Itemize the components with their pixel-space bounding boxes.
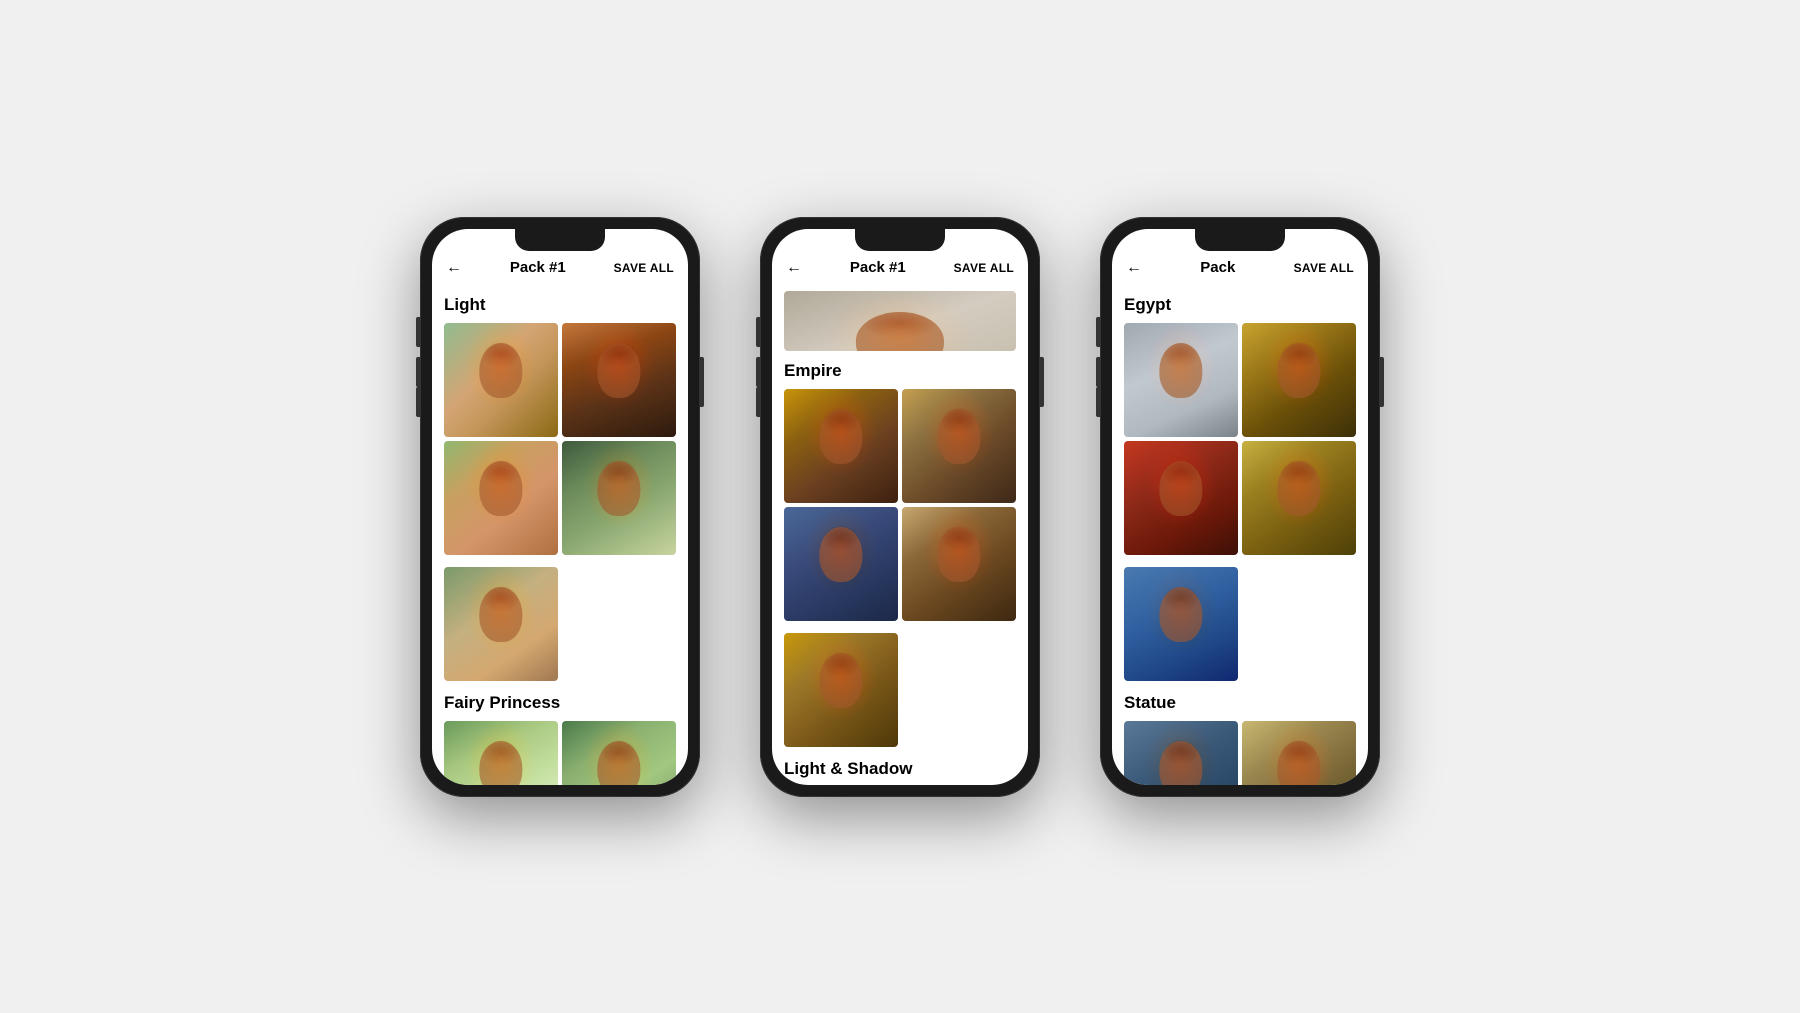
portrait-empire4[interactable] — [902, 507, 1016, 621]
image-cell[interactable] — [562, 721, 676, 785]
top-bar-middle: ← Pack #1 SAVE ALL — [772, 253, 1028, 283]
screen-middle: ← Pack #1 SAVE ALL Empire — [772, 229, 1028, 785]
phone-right-inner: ← Pack SAVE ALL Egypt — [1112, 229, 1368, 785]
portrait-crown[interactable] — [784, 291, 1016, 351]
notch-left — [515, 229, 605, 251]
portrait-empire1[interactable] — [784, 389, 898, 503]
image-cell[interactable] — [444, 567, 558, 681]
image-cell[interactable] — [784, 633, 898, 747]
image-cell[interactable] — [444, 323, 558, 437]
section-heading-fairy: Fairy Princess — [444, 693, 676, 713]
section-heading-egypt: Egypt — [1124, 295, 1356, 315]
back-button-middle[interactable]: ← — [786, 259, 802, 277]
portrait-egypt2[interactable] — [1242, 323, 1356, 437]
portrait-statue2[interactable] — [1242, 721, 1356, 785]
portrait-p1-5[interactable] — [444, 567, 558, 681]
portrait-statue1[interactable] — [1124, 721, 1238, 785]
top-bar-left: ← Pack #1 SAVE ALL — [432, 253, 688, 283]
image-cell[interactable] — [562, 323, 676, 437]
image-cell[interactable] — [1124, 567, 1238, 681]
portrait-egypt4[interactable] — [1242, 441, 1356, 555]
portrait-empire5[interactable] — [784, 633, 898, 747]
image-cell[interactable] — [1242, 323, 1356, 437]
img-grid-egypt — [1124, 323, 1356, 555]
phone-left-inner: ← Pack #1 SAVE ALL Light — [432, 229, 688, 785]
phone-right: ← Pack SAVE ALL Egypt — [1100, 217, 1380, 797]
image-cell[interactable] — [784, 389, 898, 503]
phone-middle-inner: ← Pack #1 SAVE ALL Empire — [772, 229, 1028, 785]
portrait-fp2[interactable] — [562, 721, 676, 785]
portrait-egypt5[interactable] — [1124, 567, 1238, 681]
pack-title-left: Pack #1 — [510, 259, 566, 276]
screen-right: ← Pack SAVE ALL Egypt — [1112, 229, 1368, 785]
portrait-p1-2[interactable] — [562, 323, 676, 437]
scroll-area-right[interactable]: Egypt — [1112, 283, 1368, 785]
img-grid-light — [444, 323, 676, 555]
back-button-right[interactable]: ← — [1126, 259, 1142, 277]
notch-right — [1195, 229, 1285, 251]
portrait-fp1[interactable] — [444, 721, 558, 785]
save-all-left[interactable]: SAVE ALL — [614, 261, 674, 275]
image-cell[interactable] — [902, 507, 1016, 621]
pack-title-right: Pack — [1200, 259, 1235, 276]
scroll-area-left[interactable]: Light — [432, 283, 688, 785]
scroll-area-middle[interactable]: Empire — [772, 283, 1028, 785]
image-cell[interactable] — [1124, 721, 1238, 785]
image-cell[interactable] — [902, 389, 1016, 503]
portrait-egypt3[interactable] — [1124, 441, 1238, 555]
section-heading-empire: Empire — [784, 361, 1016, 381]
phone-left: ← Pack #1 SAVE ALL Light — [420, 217, 700, 797]
notch-middle — [855, 229, 945, 251]
portrait-p1-1[interactable] — [444, 323, 558, 437]
phone-middle-wrapper: ← Pack #1 SAVE ALL Empire — [760, 217, 1040, 797]
phone-middle: ← Pack #1 SAVE ALL Empire — [760, 217, 1040, 797]
portrait-p1-4[interactable] — [562, 441, 676, 555]
image-cell[interactable] — [562, 441, 676, 555]
screen-left: ← Pack #1 SAVE ALL Light — [432, 229, 688, 785]
section-heading-light: Light — [444, 295, 676, 315]
image-cell[interactable] — [444, 721, 558, 785]
section-heading-statue: Statue — [1124, 693, 1356, 713]
img-grid-fairy — [444, 721, 676, 785]
portrait-p1-3[interactable] — [444, 441, 558, 555]
phone-right-wrapper: ← Pack SAVE ALL Egypt — [1100, 217, 1380, 797]
image-cell[interactable] — [1124, 323, 1238, 437]
portrait-empire3[interactable] — [784, 507, 898, 621]
img-grid-empire — [784, 389, 1016, 621]
section-heading-lightshadow: Light & Shadow — [784, 759, 1016, 779]
save-all-right[interactable]: SAVE ALL — [1294, 261, 1354, 275]
pack-title-middle: Pack #1 — [850, 259, 906, 276]
image-cell[interactable] — [444, 441, 558, 555]
save-all-middle[interactable]: SAVE ALL — [954, 261, 1014, 275]
image-cell[interactable] — [1124, 441, 1238, 555]
top-bar-right: ← Pack SAVE ALL — [1112, 253, 1368, 283]
portrait-egypt1[interactable] — [1124, 323, 1238, 437]
portrait-empire2[interactable] — [902, 389, 1016, 503]
phone-left-wrapper: ← Pack #1 SAVE ALL Light — [420, 217, 700, 797]
image-cell[interactable] — [784, 507, 898, 621]
back-button-left[interactable]: ← — [446, 259, 462, 277]
image-cell[interactable] — [1242, 721, 1356, 785]
img-grid-statue — [1124, 721, 1356, 785]
image-cell[interactable] — [1242, 441, 1356, 555]
